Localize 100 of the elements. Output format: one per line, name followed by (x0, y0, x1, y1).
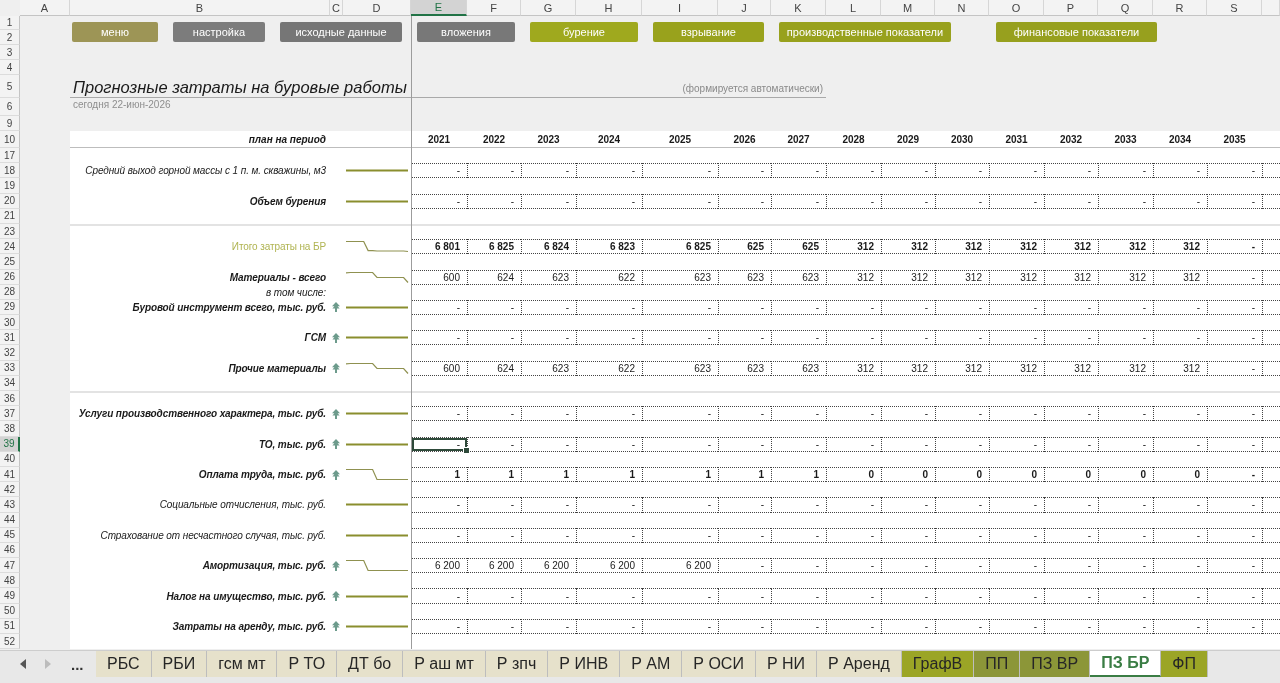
table-cell[interactable]: - (826, 163, 881, 179)
table-cell[interactable]: 623 (718, 269, 771, 285)
table-cell[interactable]: - (989, 193, 1044, 209)
table-cell[interactable]: - (1153, 527, 1207, 543)
table-cell[interactable]: - (718, 163, 771, 179)
table-cell[interactable]: - (881, 558, 935, 574)
row-header[interactable]: 48 (0, 573, 20, 589)
table-cell[interactable]: 625 (771, 239, 826, 255)
table-cell[interactable]: - (935, 193, 989, 209)
row-header[interactable]: 37 (0, 406, 20, 422)
table-cell[interactable]: - (411, 618, 467, 634)
table-cell[interactable]: - (718, 436, 771, 452)
table-cell[interactable]: - (771, 497, 826, 513)
table-cell[interactable]: - (411, 406, 467, 422)
table-cell[interactable]: - (935, 527, 989, 543)
row-header[interactable]: 43 (0, 497, 20, 513)
table-cell[interactable]: - (1207, 360, 1262, 376)
table-cell[interactable]: 6 825 (642, 239, 718, 255)
table-cell[interactable]: - (1098, 618, 1153, 634)
table-cell[interactable]: 1 (411, 466, 467, 483)
more-sheets-button[interactable]: ... (68, 655, 87, 673)
table-cell[interactable]: - (1207, 330, 1262, 346)
column-header[interactable]: C (330, 0, 343, 16)
table-cell[interactable]: - (1044, 527, 1098, 543)
column-header[interactable]: S (1207, 0, 1262, 16)
table-cell[interactable]: 312 (935, 269, 989, 285)
table-cell[interactable]: - (1153, 163, 1207, 179)
table-cell[interactable]: - (1207, 466, 1262, 483)
table-cell[interactable]: 312 (826, 269, 881, 285)
table-cell[interactable]: 0 (989, 466, 1044, 483)
row-header[interactable]: 1 (0, 16, 20, 30)
table-cell[interactable]: 624 (467, 360, 521, 376)
table-cell[interactable]: - (718, 193, 771, 209)
table-cell[interactable]: - (881, 193, 935, 209)
table-cell[interactable]: - (1207, 406, 1262, 422)
table-cell[interactable]: - (521, 527, 576, 543)
table-cell[interactable]: - (411, 299, 467, 316)
column-header[interactable]: R (1153, 0, 1207, 16)
table-cell[interactable]: 1 (521, 466, 576, 483)
table-cell[interactable]: 0 (881, 466, 935, 483)
column-header[interactable]: J (718, 0, 771, 16)
table-cell[interactable]: 1 (718, 466, 771, 483)
table-cell[interactable]: - (1098, 588, 1153, 604)
table-cell[interactable]: - (1098, 330, 1153, 346)
table-cell[interactable]: - (826, 618, 881, 634)
table-cell[interactable]: 6 200 (576, 558, 642, 574)
table-cell[interactable]: 600 (411, 360, 467, 376)
table-cell[interactable]: - (935, 330, 989, 346)
sheet-tab[interactable]: Р НИ (755, 651, 818, 677)
row-header[interactable]: 30 (0, 315, 20, 331)
sheet-tab[interactable]: ПП (974, 651, 1021, 677)
table-cell[interactable]: - (1207, 527, 1262, 543)
table-cell[interactable]: 312 (989, 269, 1044, 285)
table-cell[interactable]: - (881, 436, 935, 452)
table-cell[interactable]: - (718, 558, 771, 574)
table-cell[interactable]: - (718, 588, 771, 604)
table-cell[interactable]: - (521, 588, 576, 604)
table-cell[interactable]: - (576, 330, 642, 346)
table-cell[interactable]: 0 (826, 466, 881, 483)
table-cell[interactable]: - (1153, 299, 1207, 316)
table-cell[interactable]: - (881, 406, 935, 422)
table-cell[interactable]: - (642, 406, 718, 422)
table-cell[interactable]: - (935, 618, 989, 634)
table-cell[interactable]: 1 (576, 466, 642, 483)
column-header[interactable]: M (881, 0, 935, 16)
table-cell[interactable]: - (467, 436, 521, 452)
table-cell[interactable]: - (411, 436, 467, 452)
table-cell[interactable]: - (642, 330, 718, 346)
row-header[interactable]: 18 (0, 163, 20, 179)
table-cell[interactable]: - (989, 558, 1044, 574)
sheet-tab[interactable]: РБС (96, 651, 152, 677)
table-cell[interactable]: - (642, 193, 718, 209)
table-cell[interactable]: - (1153, 497, 1207, 513)
table-cell[interactable]: 312 (1153, 360, 1207, 376)
sheet-tab[interactable]: гсм мт (207, 651, 278, 677)
table-cell[interactable]: - (576, 299, 642, 316)
sheet-tab[interactable]: Р ОСИ (682, 651, 756, 677)
table-cell[interactable]: 6 200 (642, 558, 718, 574)
table-cell[interactable]: - (771, 527, 826, 543)
table-cell[interactable]: - (576, 436, 642, 452)
table-cell[interactable]: 6 801 (411, 239, 467, 255)
table-cell[interactable]: - (881, 497, 935, 513)
table-cell[interactable]: - (771, 436, 826, 452)
table-cell[interactable]: - (881, 163, 935, 179)
table-cell[interactable]: - (771, 558, 826, 574)
table-cell[interactable]: - (1098, 497, 1153, 513)
table-cell[interactable]: - (1207, 497, 1262, 513)
sheet-tab[interactable]: Р АМ (620, 651, 683, 677)
table-cell[interactable]: 312 (935, 360, 989, 376)
row-header[interactable]: 42 (0, 482, 20, 498)
row-header[interactable]: 31 (0, 330, 20, 346)
row-header[interactable]: 49 (0, 588, 20, 604)
table-cell[interactable]: - (989, 163, 1044, 179)
table-cell[interactable]: - (642, 588, 718, 604)
table-cell[interactable]: - (1153, 618, 1207, 634)
table-cell[interactable]: - (1098, 406, 1153, 422)
table-cell[interactable]: - (718, 330, 771, 346)
table-cell[interactable]: - (1044, 406, 1098, 422)
table-cell[interactable]: 623 (771, 360, 826, 376)
row-header[interactable]: 6 (0, 98, 20, 116)
